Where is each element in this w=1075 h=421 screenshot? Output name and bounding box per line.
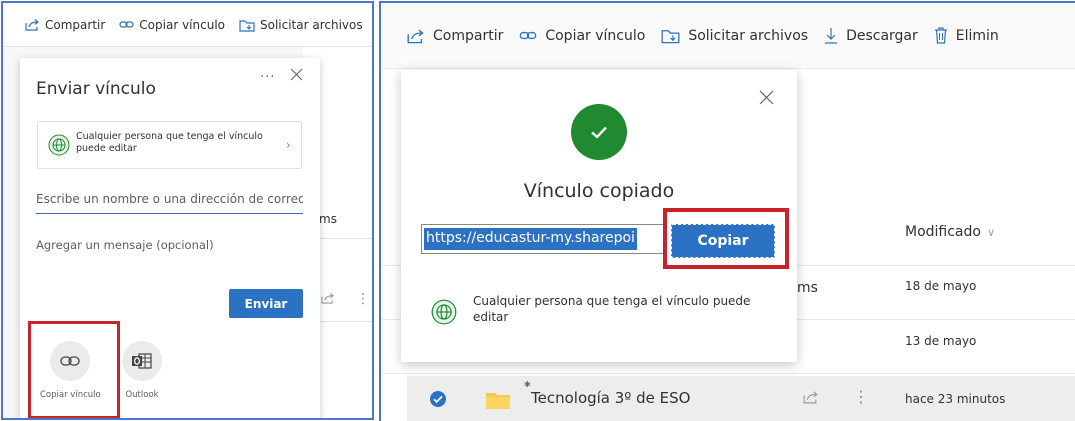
link-icon <box>520 31 537 40</box>
share-label: Compartir <box>45 17 106 32</box>
row-more-icon[interactable]: ⋮ <box>356 291 370 307</box>
share-label: Compartir <box>433 27 504 44</box>
row-share-icon[interactable] <box>803 390 819 404</box>
copy-link-label: Copiar vínculo <box>545 27 646 44</box>
row-divider <box>381 373 1075 374</box>
outlook-icon <box>132 353 152 369</box>
copy-link-command[interactable]: Copiar vínculo <box>119 18 225 32</box>
send-button[interactable]: Enviar <box>229 289 303 318</box>
left-toolbar: Compartir Copiar vínculo Solicitar archi… <box>3 3 372 47</box>
close-icon[interactable] <box>290 68 303 81</box>
delete-command[interactable]: Elimin <box>934 27 999 44</box>
dialog-title: Enviar vínculo <box>36 79 156 99</box>
permission-text: Cualquier persona que tenga el vínculo p… <box>76 131 263 154</box>
row-modified: 13 de mayo <box>905 334 977 348</box>
new-item-icon: ✱ <box>524 380 531 389</box>
copy-link-label: Copiar vínculo <box>139 17 225 32</box>
folder-icon <box>486 393 510 409</box>
more-options-icon[interactable]: ··· <box>260 70 275 85</box>
request-files-label: Solicitar archivos <box>260 17 363 32</box>
delete-label: Elimin <box>955 27 999 44</box>
row-modified: 18 de mayo <box>905 279 977 293</box>
link-copied-panel: Compartir Copiar vínculo Solicitar archi… <box>379 1 1075 421</box>
download-icon <box>825 28 838 44</box>
checkmark-circle-icon[interactable] <box>429 390 447 408</box>
request-files-command[interactable]: Solicitar archivos <box>239 18 363 32</box>
message-input[interactable]: Agregar un mensaje (opcional) <box>36 238 214 252</box>
request-files-label: Solicitar archivos <box>688 27 809 44</box>
chevron-right-icon: › <box>286 138 291 152</box>
highlight-box <box>663 208 789 269</box>
row-share-icon[interactable] <box>321 292 335 304</box>
share-icon <box>25 19 39 31</box>
background-row-text: ms <box>319 212 337 226</box>
outlook-option-label: Outlook <box>125 390 159 400</box>
success-check-icon <box>571 104 627 160</box>
share-command[interactable]: Compartir <box>407 28 503 44</box>
globe-icon <box>48 134 70 156</box>
outlook-option[interactable]: Outlook <box>112 341 172 400</box>
folder-name[interactable]: Tecnología 3º de ESO <box>531 389 690 407</box>
share-command[interactable]: Compartir <box>25 18 105 32</box>
request-files-icon <box>239 19 255 32</box>
send-link-panel: Compartir Copiar vínculo Solicitar archi… <box>1 1 374 420</box>
row-more-icon[interactable]: ⋮ <box>853 387 869 406</box>
screenshot-root: Compartir Copiar vínculo Solicitar archi… <box>0 0 1075 421</box>
highlight-box <box>28 321 120 418</box>
link-url-field[interactable]: https://educastur-my.sharepoi <box>421 224 667 254</box>
link-permission-setting[interactable]: Cualquier persona que tenga el vínculo p… <box>37 121 302 169</box>
right-toolbar: Compartir Copiar vínculo Solicitar archi… <box>381 3 1075 69</box>
link-icon <box>119 21 134 28</box>
download-label: Descargar <box>846 27 918 44</box>
request-files-icon <box>661 30 680 44</box>
trash-icon <box>934 27 947 44</box>
modified-header-label: Modificado <box>905 224 981 240</box>
row-modified: hace 23 minutos <box>905 392 1006 406</box>
permission-text: Cualquier persona que tenga el vínculo p… <box>473 294 751 324</box>
dialog-title: Vínculo copiado <box>523 180 675 202</box>
row-name-fragment: ms <box>797 280 818 296</box>
request-files-command[interactable]: Solicitar archivos <box>661 27 808 44</box>
modified-column-header[interactable]: Modificado ∨ <box>905 224 995 240</box>
checkmark-icon <box>591 126 607 139</box>
close-icon[interactable] <box>759 90 774 105</box>
table-row[interactable]: ✱ Tecnología 3º de ESO ⋮ hace 23 minutos <box>407 376 1075 421</box>
chevron-down-icon: ∨ <box>986 225 996 239</box>
copy-link-command[interactable]: Copiar vínculo <box>519 28 645 44</box>
globe-icon <box>431 299 457 325</box>
share-icon <box>407 28 424 43</box>
outlook-option-circle <box>122 341 162 381</box>
recipient-input[interactable] <box>36 188 303 214</box>
link-url-text: https://educastur-my.sharepoi <box>424 228 637 250</box>
download-command[interactable]: Descargar <box>824 27 918 44</box>
